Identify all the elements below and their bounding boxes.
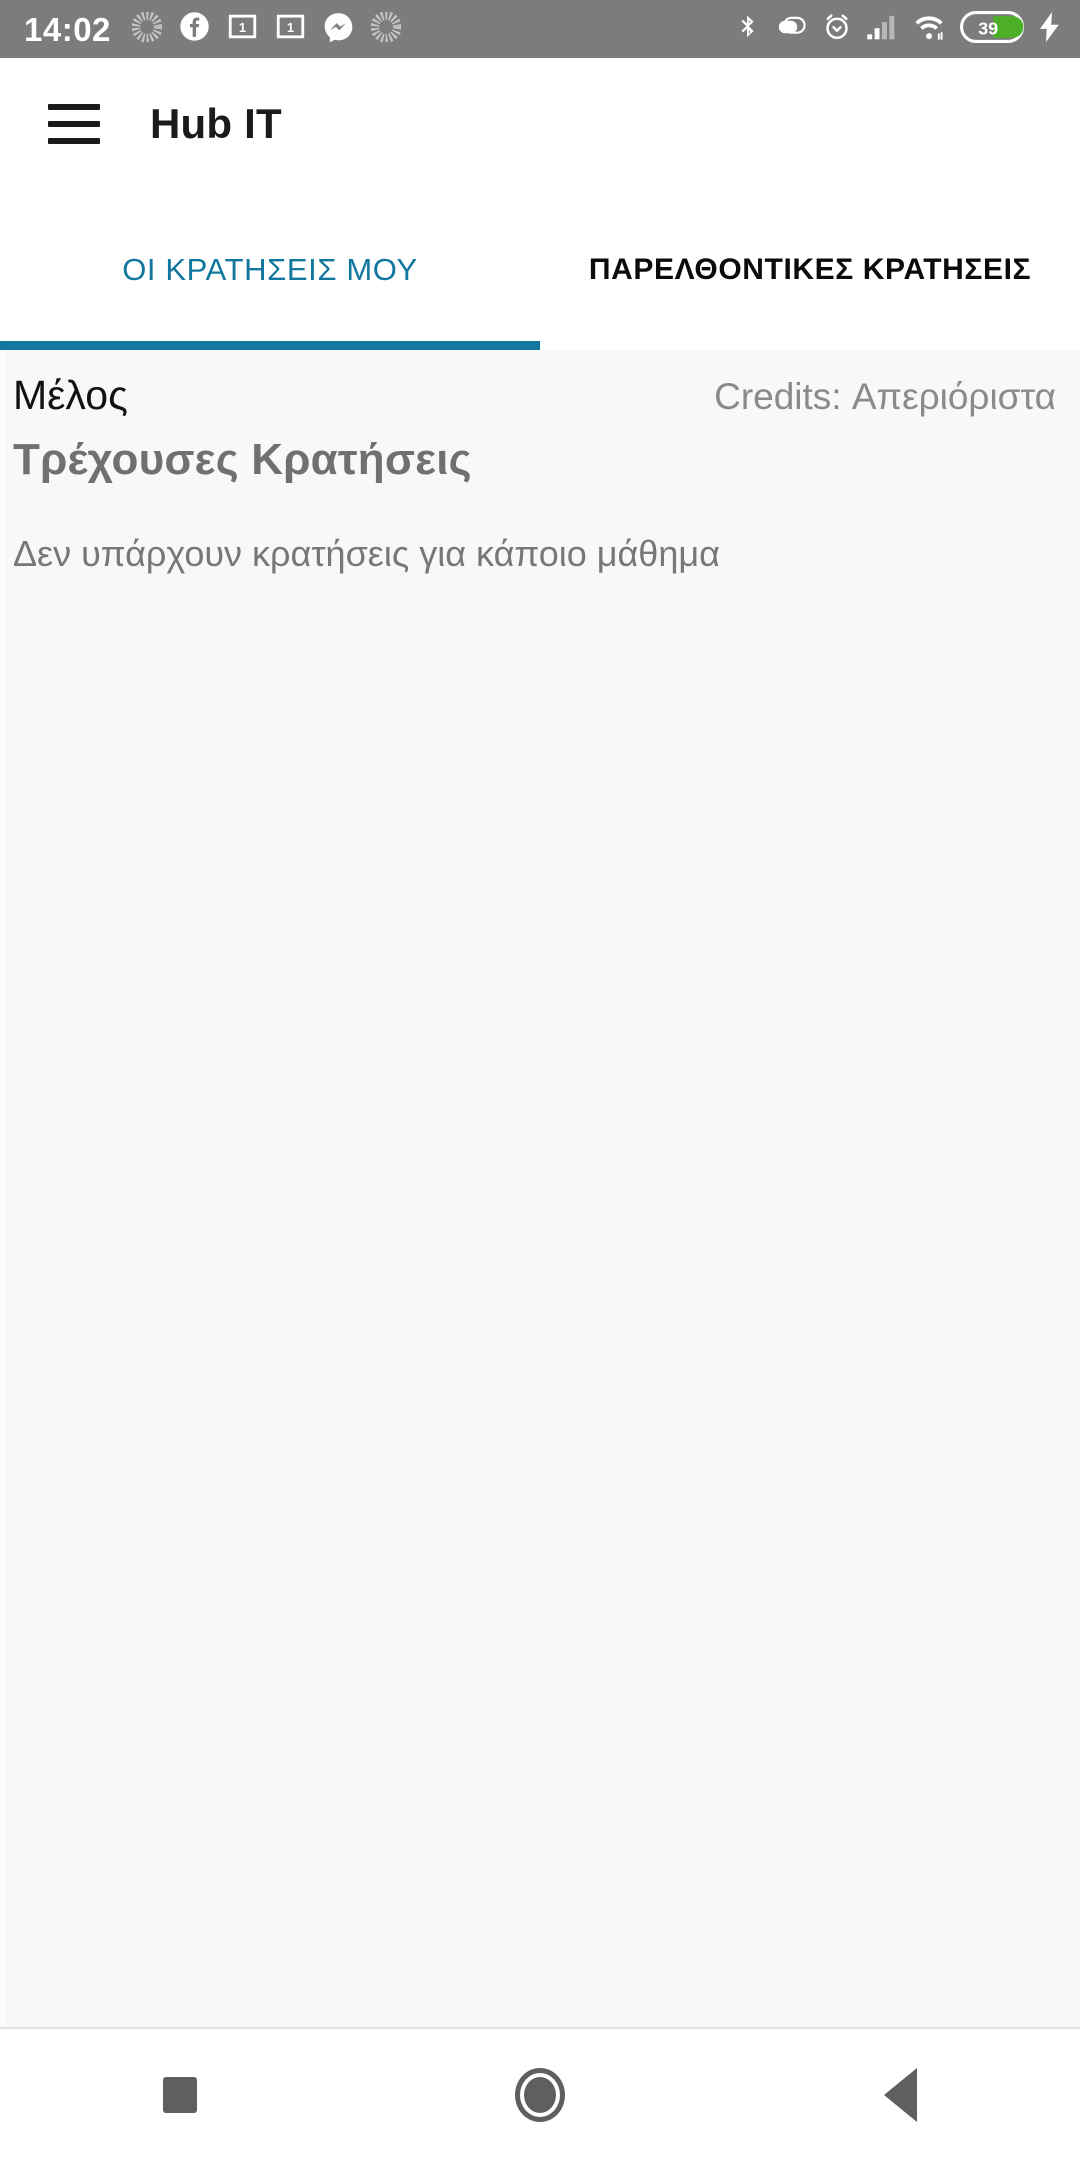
home-button[interactable] <box>450 2029 630 2160</box>
alarm-icon <box>822 12 852 47</box>
triangle-back-icon <box>883 2067 917 2122</box>
svg-text:1: 1 <box>239 20 246 35</box>
wifi-icon <box>912 12 946 47</box>
charging-bolt-icon <box>1038 11 1062 47</box>
member-label: Μέλος <box>13 372 128 418</box>
svg-text:1: 1 <box>287 20 294 35</box>
status-bar-left-group: 14:02 1 1 <box>24 10 402 48</box>
hamburger-line <box>48 121 100 127</box>
phone-screen: 14:02 1 1 39 Hub IT ΟΙ ΚΡΑΤΗΣΕΙΣ ΜΟΥ ΠΑΡ… <box>0 0 1080 2160</box>
messenger-icon <box>323 11 354 47</box>
tab-past-bookings[interactable]: ΠΑΡΕΛΘΟΝΤΙΚΕΣ ΚΡΑΤΗΣΕΙΣ <box>540 190 1080 350</box>
cellular-signal-icon <box>866 13 898 46</box>
notification-badge-1-icon: 1 <box>227 11 258 47</box>
recents-button[interactable] <box>90 2029 270 2160</box>
square-icon <box>163 2076 197 2113</box>
hamburger-line <box>48 138 100 144</box>
sync-spinner-2-icon <box>370 10 402 47</box>
sync-spinner-icon <box>131 10 163 47</box>
hamburger-line <box>48 104 100 110</box>
circle-icon <box>515 2067 565 2122</box>
tab-my-bookings[interactable]: ΟΙ ΚΡΑΤΗΣΕΙΣ ΜΟΥ <box>0 190 540 350</box>
section-title-current-bookings: Τρέχουσες Κρατήσεις <box>13 435 472 485</box>
bluetooth-icon <box>734 13 762 46</box>
status-bar-right-group: 39 <box>734 10 1062 48</box>
tab-past-bookings-label: ΠΑΡΕΛΘΟΝΤΙΚΕΣ ΚΡΑΤΗΣΕΙΣ <box>588 253 1032 286</box>
tab-active-indicator <box>0 341 540 350</box>
system-navigation-bar <box>0 2029 1080 2160</box>
facebook-icon <box>179 11 210 47</box>
tab-my-bookings-label: ΟΙ ΚΡΑΤΗΣΕΙΣ ΜΟΥ <box>122 252 418 287</box>
content-area: Μέλος Credits: Απεριόριστα Τρέχουσες Κρα… <box>0 350 1080 2027</box>
tab-bar: ΟΙ ΚΡΑΤΗΣΕΙΣ ΜΟΥ ΠΑΡΕΛΘΟΝΤΙΚΕΣ ΚΡΑΤΗΣΕΙΣ <box>0 190 1080 350</box>
member-credits-row: Μέλος Credits: Απεριόριστα <box>5 350 1080 417</box>
battery-icon: 39 <box>960 10 1024 48</box>
notification-badge-2-icon: 1 <box>275 11 306 47</box>
status-bar-clock: 14:02 <box>24 10 111 48</box>
data-saver-icon <box>776 13 808 46</box>
empty-state-message: Δεν υπάρχουν κρατήσεις για κάποιο μάθημα <box>13 533 720 575</box>
hamburger-menu-icon[interactable] <box>48 104 100 144</box>
back-button[interactable] <box>810 2029 990 2160</box>
credits-label: Credits: Απεριόριστα <box>714 376 1056 417</box>
app-bar: Hub IT <box>0 58 1080 190</box>
page-title: Hub IT <box>150 100 282 147</box>
status-bar: 14:02 1 1 39 <box>0 0 1080 58</box>
svg-text:39: 39 <box>978 18 998 38</box>
